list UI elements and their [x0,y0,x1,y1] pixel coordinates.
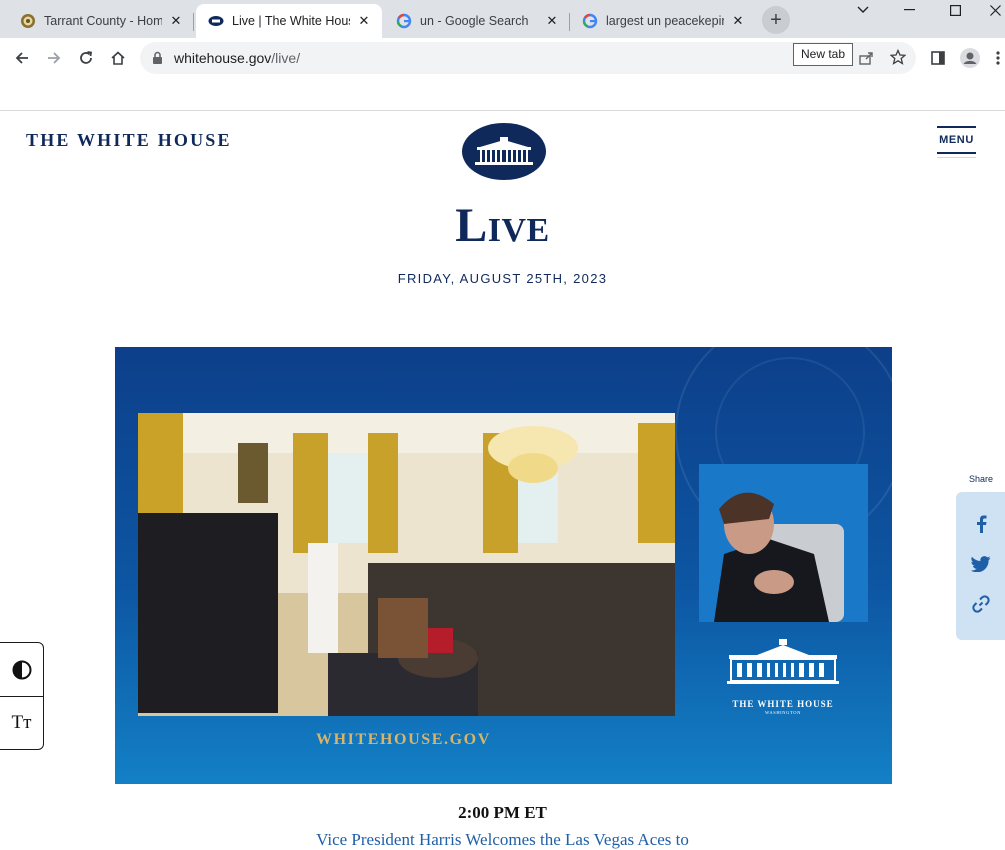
url-host: whitehouse.gov [174,50,272,66]
tab-live-white-house[interactable]: Live | The White House ✕ [196,4,382,38]
tab-label: Live | The White House [232,14,350,28]
tab-label: largest un peacekeping [606,14,724,28]
white-house-building-icon [475,136,533,165]
url-path: /live/ [271,50,301,66]
close-tab-icon[interactable]: ✕ [544,13,560,29]
reload-icon[interactable] [74,46,98,70]
white-house-logo[interactable] [462,123,546,180]
event-time: 2:00 PM ET [458,803,547,822]
lock-icon[interactable] [152,51,163,70]
close-tab-icon[interactable]: ✕ [356,13,372,29]
link-icon [971,595,990,613]
tab-tarrant-county[interactable]: Tarrant County - Home ✕ [8,4,194,38]
tab-google-peacekeeping[interactable]: largest un peacekeping ✕ [570,4,756,38]
tab-label: Tarrant County - Home [44,14,162,28]
contrast-icon [12,660,31,679]
tab-search-chevron-icon[interactable] [849,0,877,20]
new-tab-button[interactable]: + [762,6,790,34]
forward-arrow-icon[interactable] [42,46,66,70]
home-icon[interactable] [106,46,130,70]
browser-tabstrip: Tarrant County - Home ✕ Live | The White… [0,0,1005,38]
bookmark-star-icon[interactable] [889,48,907,70]
close-tab-icon[interactable]: ✕ [730,13,746,29]
video-overlay-title: THE WHITE HOUSE [732,699,834,709]
google-icon [582,13,598,29]
close-tab-icon[interactable]: ✕ [168,13,184,29]
copy-link-button[interactable] [956,584,1005,624]
menu-button[interactable]: MENU [937,126,976,158]
county-seal-icon [20,13,36,29]
chrome-menu-icon[interactable] [990,46,1005,70]
event-title-link[interactable]: Vice President Harris Welcomes the Las V… [0,830,1005,850]
minimize-icon[interactable] [895,0,923,20]
share-panel [956,492,1005,640]
facebook-share-button[interactable] [956,504,1005,544]
site-brand[interactable]: THE WHITE HOUSE [26,130,232,151]
text-size-button[interactable]: Tт [0,696,43,749]
close-window-icon[interactable] [985,0,1005,20]
accessibility-toolbar: Tт [0,642,44,750]
contrast-toggle-button[interactable] [0,643,43,696]
text-size-icon: Tт [11,712,32,733]
video-overlay-url: WHITEHOUSE.GOV [316,731,491,748]
url-text: whitehouse.gov/live/ [174,50,300,66]
asl-interpreter-frame [699,464,868,622]
maximize-icon[interactable] [941,0,969,20]
white-house-icon [208,13,224,29]
facebook-icon [976,515,986,533]
share-label: Share [968,474,994,484]
east-room-video-frame [138,413,675,716]
profile-avatar-icon[interactable] [958,46,982,70]
share-page-icon[interactable] [858,50,874,71]
tab-google-un[interactable]: un - Google Search ✕ [384,4,570,38]
back-arrow-icon[interactable] [10,46,34,70]
twitter-share-button[interactable] [956,544,1005,584]
google-icon [396,13,412,29]
twitter-icon [970,556,990,572]
page-title: Live [455,199,550,252]
page-top-divider [0,110,1005,111]
page-date: FRIDAY, AUGUST 25TH, 2023 [397,271,608,286]
side-panel-icon[interactable] [926,46,950,70]
live-video-player[interactable]: THE WHITE HOUSE WASHINGTON WHITEHOUSE.GO… [115,347,892,784]
video-overlay-subtitle: WASHINGTON [765,710,801,715]
new-tab-tooltip: New tab [793,43,854,66]
tab-label: un - Google Search [420,14,529,28]
browser-toolbar: whitehouse.gov/live/ [0,38,1005,78]
